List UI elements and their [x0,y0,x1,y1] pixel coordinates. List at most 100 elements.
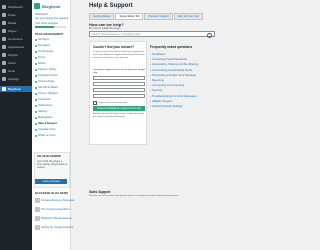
tab[interactable]: Help for Free User [173,13,203,20]
tab[interactable]: Support/Help Tab [115,13,144,20]
sidebar-item-label: All Pages [38,38,49,41]
ticket-heading: Couldn't find your answer? [93,45,135,49]
sidebar-item[interactable]: Marketplace [35,116,52,119]
sidebar-item[interactable]: Templates [35,44,50,47]
sidebar-item-label: Settings [38,110,48,113]
admin-menu-item[interactable]: Tools [2,68,15,74]
sidebar-item-label: Blocks [38,62,46,65]
plugin-sidebar: BlogDesk Dashboard Get your design Pro f… [32,0,74,250]
chevron-right-icon: › [150,88,151,93]
faq-item[interactable]: › Reporting [150,78,164,82]
sidebar-item-label: Schema Page [38,80,55,83]
sales-support: Sales Support Feel free to use the optio… [89,190,215,197]
news-item[interactable]: The Complete Algorithms... [35,207,72,212]
password-field[interactable] [93,88,145,92]
bullet-icon [35,116,37,119]
chevron-right-icon: › [150,98,151,103]
sidebar-item[interactable]: Forms [35,56,45,59]
faq-item[interactable]: › Affiliate Program [150,99,173,103]
sidebar-item[interactable]: Theme / Widgets [35,92,58,95]
sidebar-item-label: Forms [38,56,46,59]
menu-icon [2,13,6,17]
menu-icon [2,69,6,73]
menu-icon [2,21,6,25]
chevron-right-icon: › [150,62,151,67]
news-item[interactable]: Setting Up Google Analytics [35,225,73,230]
admin-menu-label: Appearance [8,45,25,49]
search-placeholder: Search documentation or knowledge base [92,32,141,36]
admin-menu-item[interactable]: Comments [2,36,23,42]
bullet-icon [35,68,37,71]
admin-menu-item[interactable]: Pages [2,28,17,34]
pro-features-link[interactable]: Get your design Pro features [35,17,68,20]
sidebar-item[interactable]: Upgrade to Pro [35,128,56,131]
tab-bar: Getting Started Support/Help Tab Premium S… [89,13,203,20]
chevron-right-icon: › [150,67,151,72]
chevron-right-icon: › [150,78,151,82]
sidebar-item[interactable]: Customizer [35,98,51,101]
bullet-icon [35,38,37,41]
sidebar-item-label: Theme / Widgets [38,92,58,95]
search-input[interactable]: Search documentation or knowledge base [89,31,215,38]
bullet-icon [35,74,37,77]
sidebar-item-label: Site Admin Editor [38,86,58,89]
faq-item[interactable]: › Troubleshooting the Error Messages [150,94,197,98]
support-community-button[interactable]: Access the BlogDesk support community [93,106,145,111]
sidebar-item[interactable]: Blocks [35,62,46,65]
faq-item[interactable]: › Customizing Social Media Posts [150,68,192,72]
faq-item[interactable]: › Helpful Network Settings [150,104,183,108]
agree-checkbox[interactable]: I agree to the processing data [93,101,127,105]
faq-item[interactable]: › Connecting Social Networks [150,57,187,61]
admin-menu-label: Media [8,21,17,25]
news-thumbnail-icon [35,198,40,203]
sidebar-item[interactable]: All Pages [35,38,49,41]
sidebar-item[interactable]: Scheduled Posts [35,74,57,77]
news-thumbnail-icon [35,216,40,221]
sidebar-item[interactable]: Settings [35,110,47,113]
admin-menu-item[interactable]: Posts [2,12,16,18]
admin-menu-item[interactable]: BlogDesk [0,86,32,92]
news-item[interactable]: BlogDesk Ultimate Review... [35,216,74,221]
search-icon [207,33,212,38]
sidebar-item[interactable]: Popups / Dialog [35,68,56,71]
faq-item[interactable]: › Connecting and Licensing [150,83,184,87]
faq-item[interactable]: › Security [150,88,162,92]
news-thumbnail-icon [35,207,40,212]
sidebar-item[interactable]: Site Admin Editor [35,86,58,89]
faq-item-label: Troubleshooting the Error Messages [151,93,198,98]
sidebar-item[interactable]: Notifications [35,104,52,107]
sidebar-item[interactable]: Schema Page [35,80,54,83]
sidebar-item-label: Tra-Tampake [38,50,54,53]
admin-menu-item[interactable]: Dashboard [2,4,23,10]
faq-item[interactable]: › Installation [150,52,165,56]
brand-logo[interactable]: BlogDesk [34,2,62,10]
name-field[interactable] [93,76,145,80]
sidebar-item[interactable]: Tra-Tampake [35,50,53,53]
faq-item-label: Affiliate Program [151,98,173,103]
faq-item[interactable]: › Autoposting, Sharing and Re-Sharing [150,62,198,66]
email-field[interactable] [93,82,145,86]
admin-menu-label: Plugins [8,53,18,57]
sidebar-item[interactable]: Whats on Zone [35,134,56,137]
news-item[interactable]: Increase Revenue Strategies [35,198,74,203]
admin-menu-item[interactable]: Plugins [2,52,18,58]
sidebar-item[interactable]: Help & Support [35,122,57,125]
brand-mark-icon [34,3,40,9]
admin-menu-item[interactable]: Appearance [2,44,24,50]
chevron-right-icon: › [150,83,151,88]
sidebar-item-label: Popups / Dialog [38,68,57,71]
faq-item[interactable]: › Scheduling and Best Time Manager [150,73,196,77]
confirm-field[interactable] [93,94,145,98]
sales-heading: Sales Support [89,190,111,194]
leave-review-button[interactable]: Leave a Review [35,179,67,184]
admin-menu-item[interactable]: Media [2,20,16,26]
ticket-text: To get technical help, please submit you… [93,51,145,59]
tab[interactable]: Premium Support [144,13,173,20]
bullet-icon [35,80,37,83]
admin-menu-item[interactable]: Users [2,60,16,66]
bullet-icon [35,104,37,107]
faq-item-label: Connecting Social Networks [151,57,187,62]
tab[interactable]: Getting Started [89,13,115,20]
menu-icon [2,77,6,81]
admin-menu-item[interactable]: Settings [2,76,19,82]
